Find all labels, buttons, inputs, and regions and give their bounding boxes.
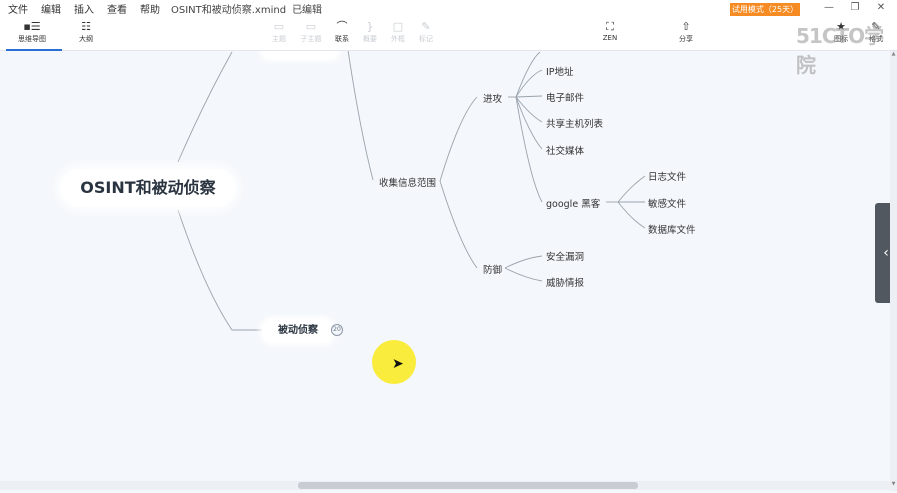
- share-button[interactable]: ⇧ 分享: [666, 20, 706, 44]
- collapse-toggle[interactable]: 20: [331, 324, 343, 336]
- vertical-scrollbar[interactable]: ▲ ▼: [890, 51, 897, 491]
- trial-badge[interactable]: 试用模式（25天）: [730, 3, 800, 16]
- central-topic[interactable]: OSINT和被动侦察: [60, 169, 236, 207]
- topic-collect-scope[interactable]: 收集信息范围: [379, 175, 436, 189]
- topic-icon: ▭: [273, 20, 285, 33]
- save-status: 已编辑: [292, 5, 323, 16]
- topic-attack[interactable]: 进攻: [483, 91, 502, 105]
- labels-button[interactable]: ✎ 标记: [406, 20, 446, 44]
- tab-mindmap[interactable]: ▪☰ 思维导图: [12, 20, 52, 44]
- line-central-top: [177, 51, 233, 163]
- scroll-down-icon[interactable]: ▼: [890, 481, 897, 487]
- zen-button[interactable]: ⛶ ZEN: [590, 20, 630, 42]
- subtopic-icon: ▭: [305, 20, 317, 33]
- label-icon: ✎: [421, 20, 431, 33]
- menu-file[interactable]: 文件: [3, 1, 33, 16]
- mindmap-canvas[interactable]: OSINT和被动侦察 被动侦察 20 收集信息范围 进攻 IP地址 电子邮件 共…: [0, 51, 890, 481]
- menu-edit[interactable]: 编辑: [36, 1, 66, 16]
- tab-outline[interactable]: ☷ 大纲: [66, 20, 106, 44]
- line-collect-attack: [439, 96, 478, 182]
- mouse-cursor-icon: ➤: [392, 356, 404, 372]
- parent-topic-bubble[interactable]: [262, 51, 338, 59]
- topic-log-files[interactable]: 日志文件: [648, 169, 686, 183]
- topic-social-media[interactable]: 社交媒体: [546, 143, 584, 157]
- menu-insert[interactable]: 插入: [69, 1, 99, 16]
- toolbar: ▪☰ 思维导图 ☷ 大纲 ▭ 主题 ▭ 子主题 ⌒ 联系 } 概要 □ 外框 ✎…: [0, 17, 897, 51]
- line-central-passive: [177, 209, 264, 331]
- topic-threat-intel[interactable]: 威胁情报: [546, 275, 584, 289]
- topic-sensitive-files[interactable]: 敏感文件: [648, 196, 686, 210]
- restore-button[interactable]: ❐: [848, 2, 862, 13]
- share-icon: ⇧: [681, 20, 691, 33]
- topic-email[interactable]: 电子邮件: [546, 90, 584, 104]
- topic-google-hacking[interactable]: google 黑客: [546, 196, 600, 210]
- topic-database-files[interactable]: 数据库文件: [648, 222, 696, 236]
- horizontal-scroll-thumb[interactable]: [298, 482, 638, 489]
- line-collect-defense: [439, 180, 478, 269]
- document-title: OSINT和被动侦察.xmind: [171, 5, 287, 16]
- relationship-icon: ⌒: [336, 20, 348, 33]
- chevron-left-icon: ‹: [883, 245, 889, 261]
- minimize-button[interactable]: —: [822, 2, 836, 13]
- menu-view[interactable]: 查看: [102, 1, 132, 16]
- close-button[interactable]: ✕: [874, 2, 888, 13]
- summary-icon: }: [366, 20, 374, 33]
- zen-icon: ⛶: [606, 20, 614, 33]
- topic-shared-hosts[interactable]: 共享主机列表: [546, 116, 603, 130]
- line-top-collect: [347, 51, 374, 181]
- topic-ip-address[interactable]: IP地址: [546, 64, 574, 78]
- scroll-up-icon[interactable]: ▲: [890, 51, 897, 57]
- topic-vulnerabilities[interactable]: 安全漏洞: [546, 249, 584, 263]
- mindmap-icon: ▪☰: [23, 20, 41, 33]
- menu-help[interactable]: 帮助: [135, 1, 165, 16]
- boundary-icon: □: [392, 20, 404, 33]
- outline-icon: ☷: [81, 20, 91, 33]
- topic-defense[interactable]: 防御: [483, 262, 502, 276]
- horizontal-scrollbar[interactable]: [0, 481, 890, 490]
- topic-passive-recon[interactable]: 被动侦察: [262, 319, 334, 343]
- connector-lines: [177, 51, 646, 331]
